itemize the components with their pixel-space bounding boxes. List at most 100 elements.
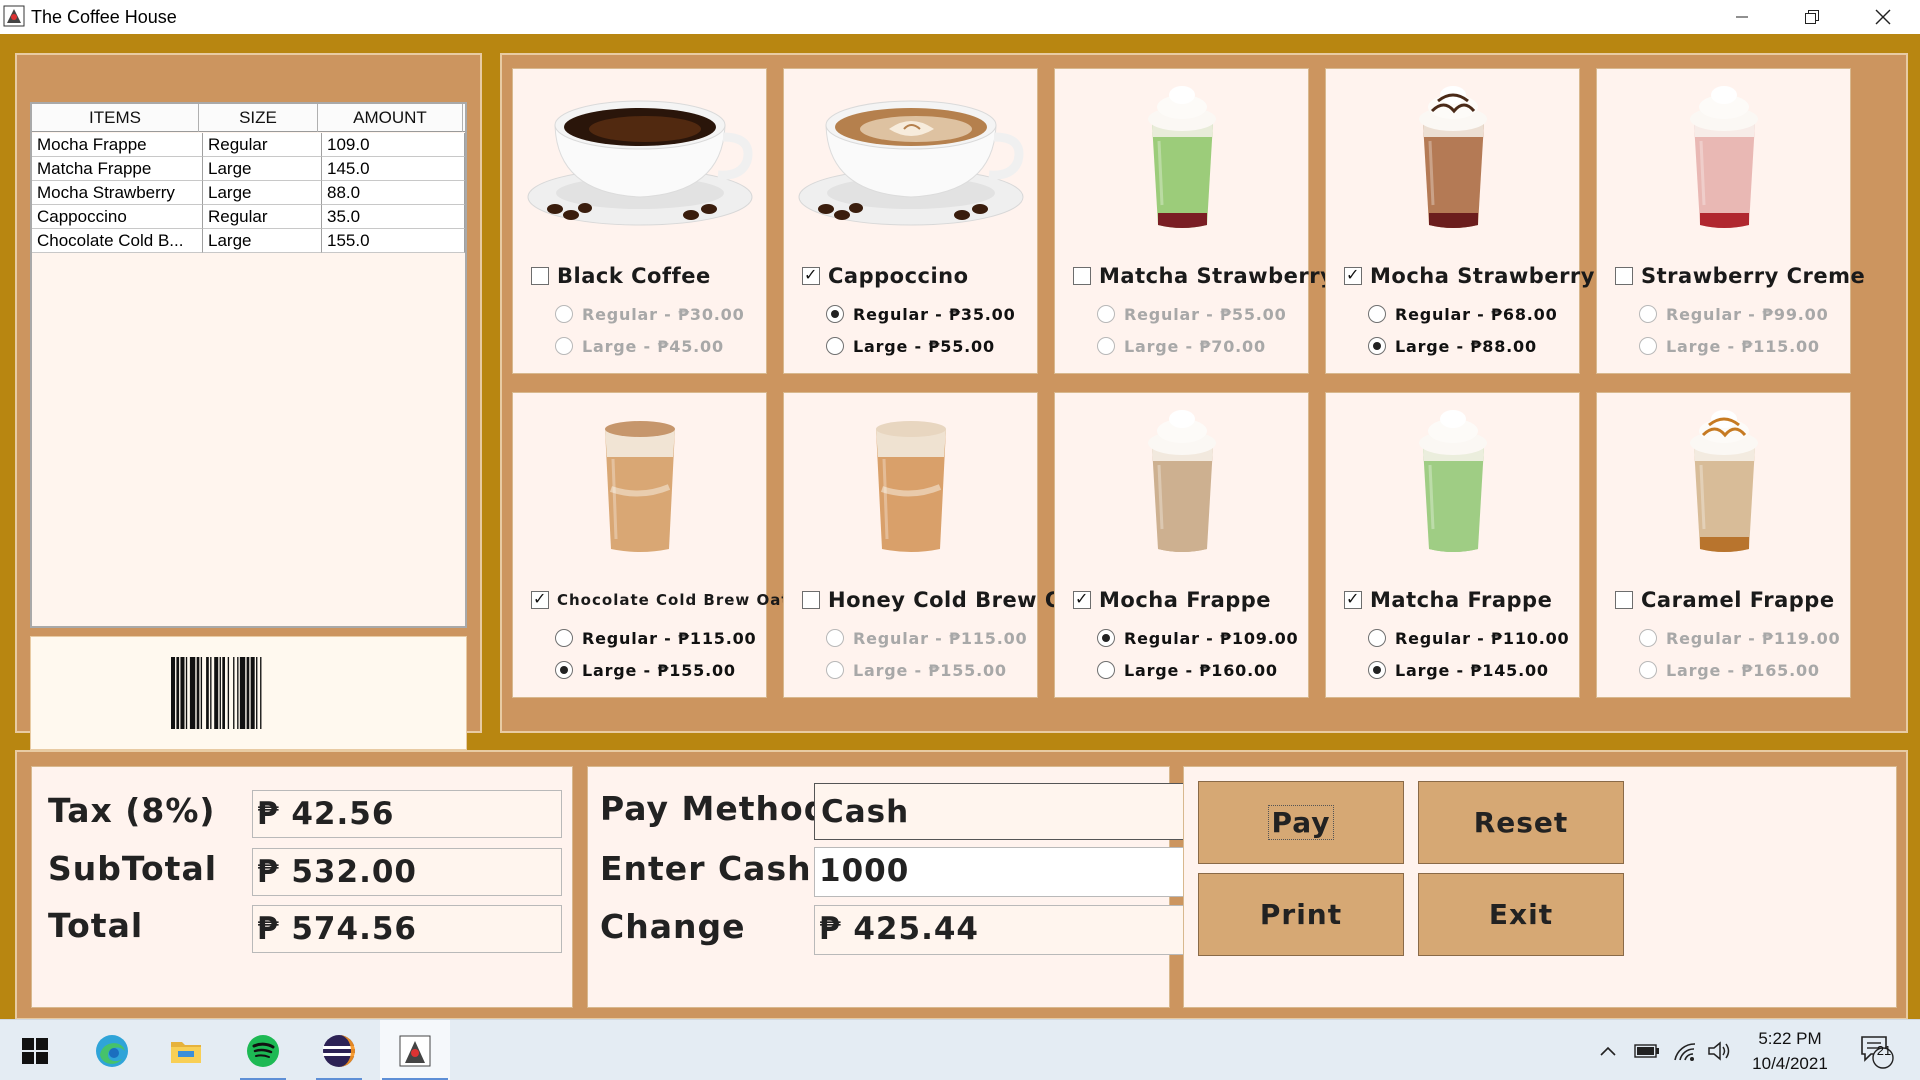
checkbox-unchecked-icon[interactable] <box>1073 267 1091 285</box>
size-option-regular[interactable]: Regular - ₱55.00 <box>1097 303 1287 325</box>
column-header-items[interactable]: ITEMS <box>32 104 199 132</box>
checkbox-checked-icon[interactable] <box>1073 589 1091 609</box>
table-row[interactable]: Mocha Strawberry Large 88.0 <box>32 181 465 205</box>
product-checkbox[interactable]: Cappoccino <box>802 261 969 291</box>
column-header-size[interactable]: SIZE <box>199 104 318 132</box>
radio-unselected-icon[interactable] <box>1097 661 1115 679</box>
product-checkbox[interactable]: Strawberry Creme <box>1615 261 1865 291</box>
tax-field[interactable]: ₱ 42.56 <box>252 790 562 838</box>
size-option-large[interactable]: Large - ₱160.00 <box>1097 659 1278 681</box>
product-checkbox[interactable]: Matcha Frappe <box>1344 585 1552 615</box>
restore-button[interactable] <box>1779 0 1845 34</box>
size-option-regular[interactable]: Regular - ₱110.00 <box>1368 627 1569 649</box>
enter-cash-input[interactable]: 1000 <box>814 847 1221 897</box>
battery-icon[interactable] <box>1632 1037 1662 1065</box>
windows-start-icon[interactable] <box>4 1020 66 1080</box>
table-row[interactable]: Chocolate Cold B... Large 155.0 <box>32 229 465 253</box>
size-option-large[interactable]: Large - ₱165.00 <box>1639 659 1820 681</box>
radio-selected-icon[interactable] <box>1368 661 1386 679</box>
size-option-regular[interactable]: Regular - ₱115.00 <box>555 627 756 649</box>
size-option-large[interactable]: Large - ₱145.00 <box>1368 659 1549 681</box>
radio-selected-icon[interactable] <box>1097 629 1115 647</box>
table-row[interactable]: Cappoccino Regular 35.0 <box>32 205 465 229</box>
size-option-regular[interactable]: Regular - ₱115.00 <box>826 627 1027 649</box>
file-explorer-icon[interactable] <box>155 1020 217 1080</box>
order-table[interactable]: ITEMS SIZE AMOUNT Mocha Frappe Regular 109… <box>30 102 467 628</box>
size-option-large[interactable]: Large - ₱70.00 <box>1097 335 1266 357</box>
size-option-regular[interactable]: Regular - ₱109.00 <box>1097 627 1298 649</box>
radio-unselected-icon[interactable] <box>555 305 573 323</box>
radio-unselected-icon[interactable] <box>826 337 844 355</box>
radio-unselected-icon[interactable] <box>826 629 844 647</box>
chevron-up-icon[interactable] <box>1596 1037 1620 1065</box>
size-option-regular[interactable]: Regular - ₱119.00 <box>1639 627 1840 649</box>
exit-button[interactable]: Exit <box>1418 873 1624 956</box>
size-option-large[interactable]: Large - ₱45.00 <box>555 335 724 357</box>
checkbox-checked-icon[interactable] <box>1344 589 1362 609</box>
radio-unselected-icon[interactable] <box>1639 629 1657 647</box>
radio-unselected-icon[interactable] <box>555 337 573 355</box>
size-option-large[interactable]: Large - ₱155.00 <box>555 659 736 681</box>
radio-unselected-icon[interactable] <box>1097 305 1115 323</box>
column-header-amount[interactable]: AMOUNT <box>318 104 463 132</box>
close-button[interactable] <box>1850 0 1916 34</box>
system-clock[interactable]: 5:22 PM 10/4/2021 <box>1735 1026 1845 1076</box>
wifi-icon[interactable] <box>1670 1037 1700 1065</box>
radio-unselected-icon[interactable] <box>555 629 573 647</box>
minimize-button[interactable] <box>1709 0 1775 34</box>
pay-button[interactable]: Pay <box>1198 781 1404 864</box>
restore-icon <box>1805 10 1819 24</box>
java-app-icon[interactable] <box>380 1020 450 1080</box>
product-checkbox[interactable]: Mocha Frappe <box>1073 585 1271 615</box>
checkbox-checked-icon[interactable] <box>1344 265 1362 285</box>
size-option-regular[interactable]: Regular - ₱30.00 <box>555 303 745 325</box>
edge-icon[interactable] <box>81 1020 143 1080</box>
product-checkbox[interactable]: Chocolate Cold Brew Oat <box>531 585 790 615</box>
radio-unselected-icon[interactable] <box>1368 629 1386 647</box>
size-option-regular[interactable]: Regular - ₱68.00 <box>1368 303 1558 325</box>
speaker-icon[interactable] <box>1705 1037 1735 1065</box>
size-option-regular[interactable]: Regular - ₱35.00 <box>826 303 1016 325</box>
product-checkbox[interactable]: Matcha Strawberry <box>1073 261 1334 291</box>
change-field[interactable]: ₱ 425.44 <box>814 905 1221 955</box>
checkbox-unchecked-icon[interactable] <box>1615 591 1633 609</box>
total-field[interactable]: ₱ 574.56 <box>252 905 562 953</box>
size-option-large[interactable]: Large - ₱88.00 <box>1368 335 1537 357</box>
product-checkbox[interactable]: Mocha Strawberry <box>1344 261 1595 291</box>
radio-unselected-icon[interactable] <box>1639 305 1657 323</box>
radio-unselected-icon[interactable] <box>1639 661 1657 679</box>
tax-label: Tax (8%) <box>48 791 216 830</box>
clock-date: 10/4/2021 <box>1752 1054 1828 1073</box>
product-checkbox[interactable]: Honey Cold Brew Oat <box>802 585 1088 615</box>
product-checkbox[interactable]: Black Coffee <box>531 261 711 291</box>
reset-button[interactable]: Reset <box>1418 781 1624 864</box>
size-option-large[interactable]: Large - ₱115.00 <box>1639 335 1820 357</box>
size-option-large[interactable]: Large - ₱155.00 <box>826 659 1007 681</box>
radio-unselected-icon[interactable] <box>1097 337 1115 355</box>
pay-method-select[interactable]: Cash <box>814 783 1221 840</box>
checkbox-unchecked-icon[interactable] <box>1615 267 1633 285</box>
checkbox-checked-icon[interactable] <box>531 589 549 609</box>
radio-unselected-icon[interactable] <box>1368 305 1386 323</box>
subtotal-field[interactable]: ₱ 532.00 <box>252 848 562 896</box>
radio-selected-icon[interactable] <box>1368 337 1386 355</box>
mocha-frappe-drink-image <box>1148 410 1216 552</box>
print-button[interactable]: Print <box>1198 873 1404 956</box>
radio-selected-icon[interactable] <box>826 305 844 323</box>
notification-center-icon[interactable]: 21 <box>1856 1036 1896 1069</box>
size-option-large[interactable]: Large - ₱55.00 <box>826 335 995 357</box>
table-row[interactable]: Mocha Frappe Regular 109.0 <box>32 133 465 157</box>
checkbox-unchecked-icon[interactable] <box>802 591 820 609</box>
checkbox-checked-icon[interactable] <box>802 265 820 285</box>
size-price-label: Regular - ₱110.00 <box>1395 628 1570 648</box>
table-row[interactable]: Matcha Frappe Large 145.0 <box>32 157 465 181</box>
radio-selected-icon[interactable] <box>555 661 573 679</box>
radio-unselected-icon[interactable] <box>826 661 844 679</box>
spotify-icon[interactable] <box>232 1020 294 1080</box>
radio-unselected-icon[interactable] <box>1639 337 1657 355</box>
product-checkbox[interactable]: Caramel Frappe <box>1615 585 1835 615</box>
checkbox-unchecked-icon[interactable] <box>531 267 549 285</box>
product-name: Mocha Frappe <box>1099 588 1272 612</box>
eclipse-icon[interactable] <box>308 1020 370 1080</box>
size-option-regular[interactable]: Regular - ₱99.00 <box>1639 303 1829 325</box>
